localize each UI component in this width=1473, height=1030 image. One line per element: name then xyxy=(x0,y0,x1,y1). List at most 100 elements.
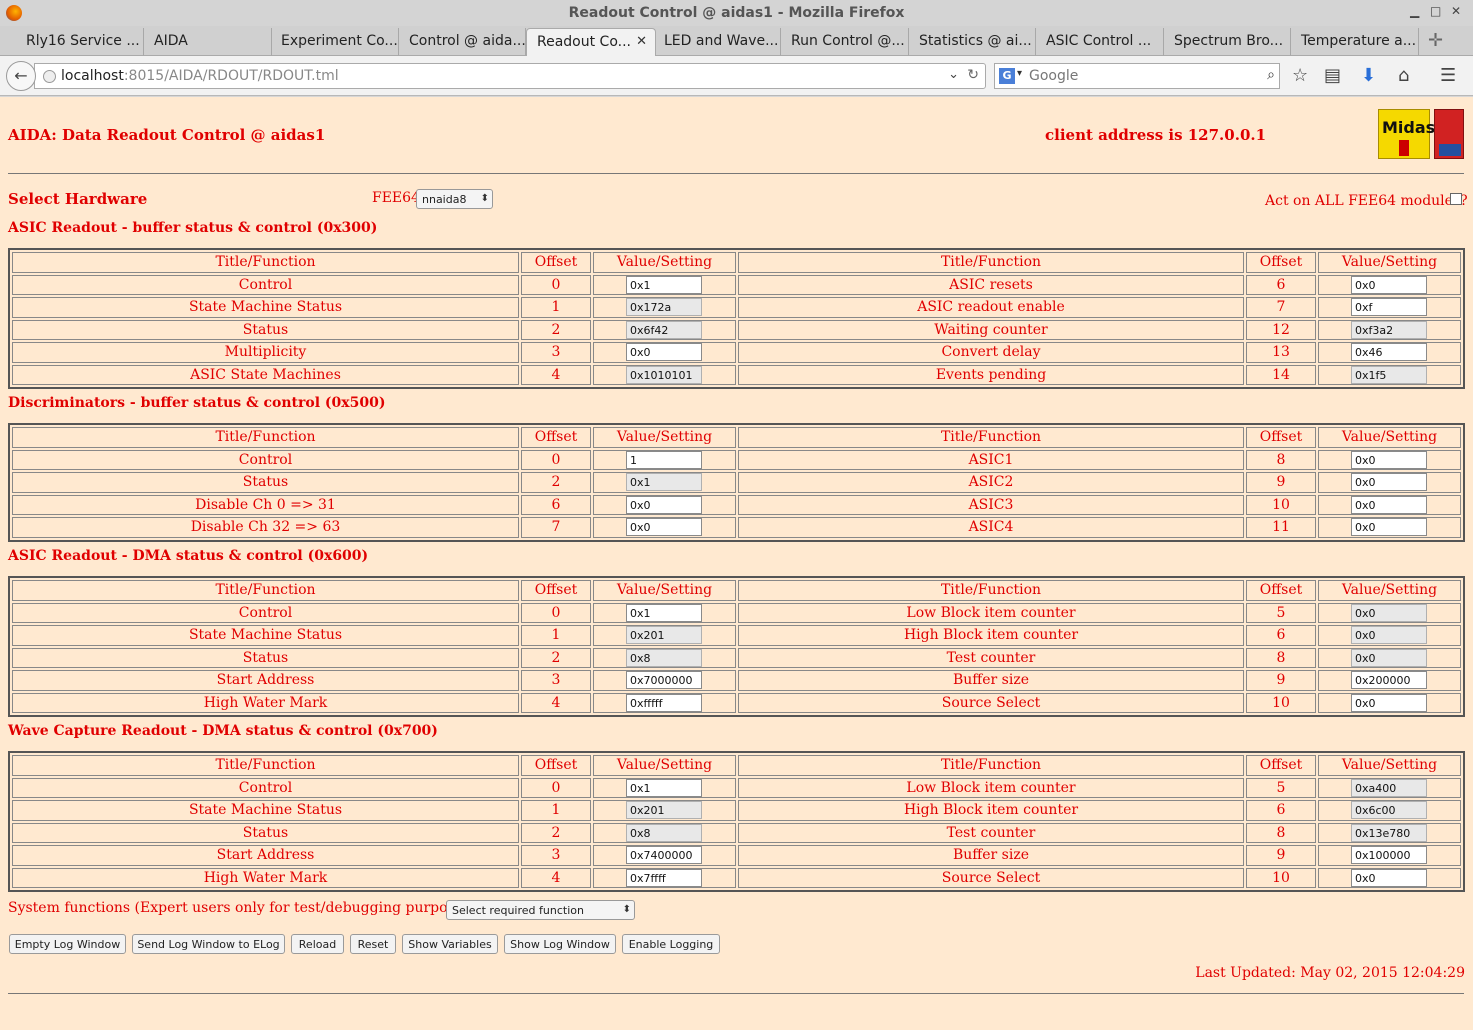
register-value-input[interactable]: 0x7000000 xyxy=(626,671,702,690)
register-value-input[interactable]: 0x0 xyxy=(626,495,702,514)
table-row: Control 0 0x1 ASIC resets 6 0x0 xyxy=(12,274,1461,295)
tab[interactable]: Spectrum Bro... xyxy=(1164,28,1291,56)
chevron-down-icon[interactable]: ▾ xyxy=(1017,68,1022,79)
register-offset: 8 xyxy=(1246,449,1316,470)
register-value-input[interactable]: 0xfffff xyxy=(626,693,702,712)
tab-label: Spectrum Bro... xyxy=(1174,33,1284,49)
minimize-icon[interactable]: ▁ xyxy=(1410,4,1419,18)
client-address: client address is 127.0.0.1 xyxy=(1045,126,1267,144)
register-value-input[interactable]: 0xf xyxy=(1351,298,1427,317)
register-title: ASIC2 xyxy=(738,472,1244,493)
register-value-input[interactable]: 0x0 xyxy=(1351,518,1427,537)
tab[interactable]: AIDA xyxy=(144,28,272,56)
reload-button[interactable]: Reload xyxy=(291,934,344,954)
register-value-cell: 0x100000 xyxy=(1318,845,1461,866)
tab-label: Experiment Co... xyxy=(281,33,398,49)
tab[interactable]: Experiment Co... xyxy=(271,28,399,56)
bookmark-star-icon[interactable]: ☆ xyxy=(1292,65,1308,86)
binoculars-icon[interactable]: ⌕ xyxy=(1267,67,1275,83)
register-value-cell: 0xa400 xyxy=(1318,777,1461,798)
back-button[interactable]: ← xyxy=(6,61,36,91)
register-value-input[interactable]: 0x0 xyxy=(1351,473,1427,492)
tab[interactable]: ASIC Control ... xyxy=(1036,28,1164,56)
tab[interactable]: Run Control @... xyxy=(781,28,909,56)
reading-list-icon[interactable]: ▤ xyxy=(1324,65,1341,86)
tab-label: ASIC Control ... xyxy=(1046,33,1152,49)
column-header: Offset xyxy=(521,580,591,601)
download-icon[interactable]: ⬇ xyxy=(1361,65,1376,86)
register-value-cell: 0xfffff xyxy=(593,692,736,713)
column-header: Title/Function xyxy=(738,755,1244,776)
send-log-to-elog-button[interactable]: Send Log Window to ELog xyxy=(132,934,285,954)
register-value-input[interactable]: 0x0 xyxy=(1351,275,1427,294)
act-all-checkbox[interactable] xyxy=(1450,193,1462,205)
register-value-readonly: 0x0 xyxy=(1351,603,1427,622)
register-title: ASIC1 xyxy=(738,449,1244,470)
tab-active[interactable]: Readout Co... ✕ xyxy=(526,28,656,56)
register-value-input[interactable]: 0x1 xyxy=(626,778,702,797)
search-bar[interactable]: G ▾ Google ⌕ xyxy=(994,63,1280,89)
register-title: Low Block item counter xyxy=(738,777,1244,798)
url-bar[interactable]: localhost:8015/AIDA/RDOUT/RDOUT.tml ⌄ ↻ xyxy=(34,63,986,89)
new-tab-icon[interactable]: ✛ xyxy=(1428,30,1443,51)
register-value-input[interactable]: 0x0 xyxy=(1351,693,1427,712)
register-value-input[interactable]: 0x0 xyxy=(626,518,702,537)
register-title: ASIC4 xyxy=(738,517,1244,538)
register-value-input[interactable]: 0x200000 xyxy=(1351,671,1427,690)
show-variables-button[interactable]: Show Variables xyxy=(402,934,498,954)
register-value-cell: 0x1 xyxy=(593,777,736,798)
close-tab-icon[interactable]: ✕ xyxy=(636,34,647,49)
close-window-icon[interactable]: ✕ xyxy=(1451,4,1461,18)
tab-label: Rly16 Service ... xyxy=(26,33,140,49)
register-value-input[interactable]: 0x0 xyxy=(626,343,702,362)
tab[interactable]: Temperature a... xyxy=(1291,28,1419,56)
empty-log-window-button[interactable]: Empty Log Window xyxy=(9,934,126,954)
table-row: High Water Mark 4 0xfffff Source Select 10 0x… xyxy=(12,692,1461,713)
register-value-cell: 0x172a xyxy=(593,297,736,318)
fee64-select[interactable]: nnaida8 ⬍ xyxy=(416,189,493,209)
register-value-input[interactable]: 0x100000 xyxy=(1351,846,1427,865)
register-offset: 3 xyxy=(521,845,591,866)
register-title: Test counter xyxy=(738,822,1244,843)
tab[interactable]: Statistics @ ai... xyxy=(909,28,1036,56)
section-heading: Wave Capture Readout - DMA status & cont… xyxy=(8,723,438,739)
table-row: State Machine Status 1 0x172a ASIC readout … xyxy=(12,297,1461,318)
register-value-input[interactable]: 1 xyxy=(626,450,702,469)
register-value-readonly: 0x8 xyxy=(626,823,702,842)
system-function-select[interactable]: Select required function ⬍ xyxy=(446,900,635,920)
tab[interactable]: LED and Wave... xyxy=(654,28,781,56)
register-offset: 6 xyxy=(1246,274,1316,295)
register-value-input[interactable]: 0x1 xyxy=(626,275,702,294)
register-value-input[interactable]: 0x7400000 xyxy=(626,846,702,865)
tab[interactable]: Rly16 Service ... xyxy=(16,28,144,56)
register-offset: 14 xyxy=(1246,364,1316,385)
home-icon[interactable]: ⌂ xyxy=(1398,65,1409,86)
register-value-input[interactable]: 0x7ffff xyxy=(626,868,702,887)
reset-button[interactable]: Reset xyxy=(350,934,396,954)
reload-icon[interactable]: ↻ xyxy=(967,67,979,83)
register-offset: 5 xyxy=(1246,777,1316,798)
chevron-down-icon[interactable]: ⌄ xyxy=(948,67,959,82)
register-value-input[interactable]: 0x0 xyxy=(1351,495,1427,514)
register-title: Waiting counter xyxy=(738,319,1244,340)
register-value-cell: 0x201 xyxy=(593,800,736,821)
search-engine-icon[interactable]: G xyxy=(999,68,1015,84)
register-value-cell: 0x0 xyxy=(593,517,736,538)
register-value-input[interactable]: 0x46 xyxy=(1351,343,1427,362)
register-value-cell: 0x200000 xyxy=(1318,670,1461,691)
tab[interactable]: Control @ aida... xyxy=(399,28,526,56)
maximize-icon[interactable]: □ xyxy=(1430,4,1441,18)
register-offset: 8 xyxy=(1246,647,1316,668)
tab-label: Temperature a... xyxy=(1301,33,1417,49)
menu-icon[interactable]: ☰ xyxy=(1440,65,1456,86)
show-log-window-button[interactable]: Show Log Window xyxy=(504,934,616,954)
register-value-input[interactable]: 0x1 xyxy=(626,603,702,622)
enable-logging-button[interactable]: Enable Logging xyxy=(622,934,720,954)
register-value-input[interactable]: 0x0 xyxy=(1351,868,1427,887)
register-value-input[interactable]: 0x0 xyxy=(1351,450,1427,469)
register-value-cell: 0x0 xyxy=(1318,647,1461,668)
page-title: AIDA: Data Readout Control @ aidas1 xyxy=(8,126,326,144)
system-functions-label: System functions (Expert users only for … xyxy=(8,900,493,916)
register-value-cell: 0x0 xyxy=(1318,274,1461,295)
register-value-cell: 0x0 xyxy=(1318,867,1461,888)
